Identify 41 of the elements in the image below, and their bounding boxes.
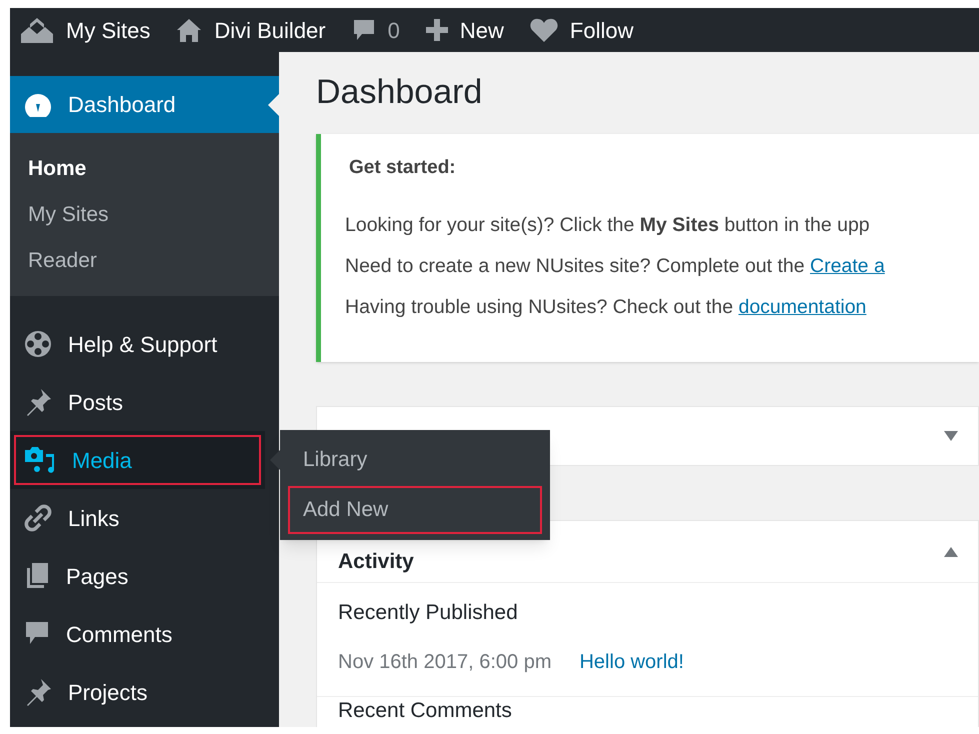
widget-title: Activity [338, 548, 414, 575]
speech-bubble-icon [352, 18, 376, 42]
page-title: Dashboard [316, 72, 482, 113]
heart-icon [530, 18, 558, 42]
house-icon [176, 18, 202, 42]
film-reel-icon [24, 330, 52, 358]
notice-text: Need to create a new NUsites site? Complete out the [345, 254, 806, 278]
admin-bar-link[interactable]: New [426, 14, 504, 46]
submenu-item[interactable]: Home [28, 153, 86, 185]
post-link[interactable]: Hello world! [579, 646, 684, 676]
menu-item[interactable]: Pages [10, 547, 279, 605]
admin-bar-link[interactable]: Follow [530, 14, 634, 46]
section-heading: Recently Published [338, 600, 518, 626]
notice-text: Looking for your site(s)? Click the My Sites button in the upp [345, 212, 870, 238]
gauge-icon [24, 92, 52, 118]
dashboard-menu-item[interactable]: Dashboard [10, 76, 279, 133]
menu-item[interactable]: Help & Support [10, 315, 279, 373]
toggle-caret-icon[interactable] [944, 546, 958, 556]
admin-bar-link[interactable]: Divi Builder [176, 14, 326, 46]
notice-link[interactable]: documentation [738, 286, 866, 328]
submenu-item[interactable]: Reader [28, 245, 97, 277]
flyout-item[interactable]: Library [290, 438, 540, 482]
post-date: Nov 16th 2017, 6:00 pm [338, 650, 552, 674]
plus-icon [426, 19, 448, 41]
toggle-caret-icon[interactable] [944, 431, 958, 441]
pages-icon [24, 562, 50, 590]
notice-link[interactable]: Create a [810, 246, 885, 286]
menu-item[interactable]: Links [10, 489, 279, 547]
admin-bar-link[interactable]: 0 [352, 14, 400, 46]
section-heading: Recent Comments [338, 700, 512, 722]
chain-link-icon [24, 504, 52, 532]
menu-item[interactable]: Media [10, 431, 265, 489]
notice-heading: Get started: [348, 156, 456, 180]
camera-music-icon [24, 446, 56, 474]
menu-item[interactable]: Projects [10, 663, 279, 721]
submenu-item[interactable]: My Sites [28, 199, 109, 231]
admin-bar-link[interactable]: My Sites [20, 14, 150, 46]
menu-item[interactable]: Comments [10, 605, 279, 663]
notice-text: Having trouble using NUsites? Check out the [345, 294, 734, 320]
flyout-item[interactable]: Add New [290, 488, 540, 532]
menu-item[interactable]: Posts [10, 373, 279, 431]
